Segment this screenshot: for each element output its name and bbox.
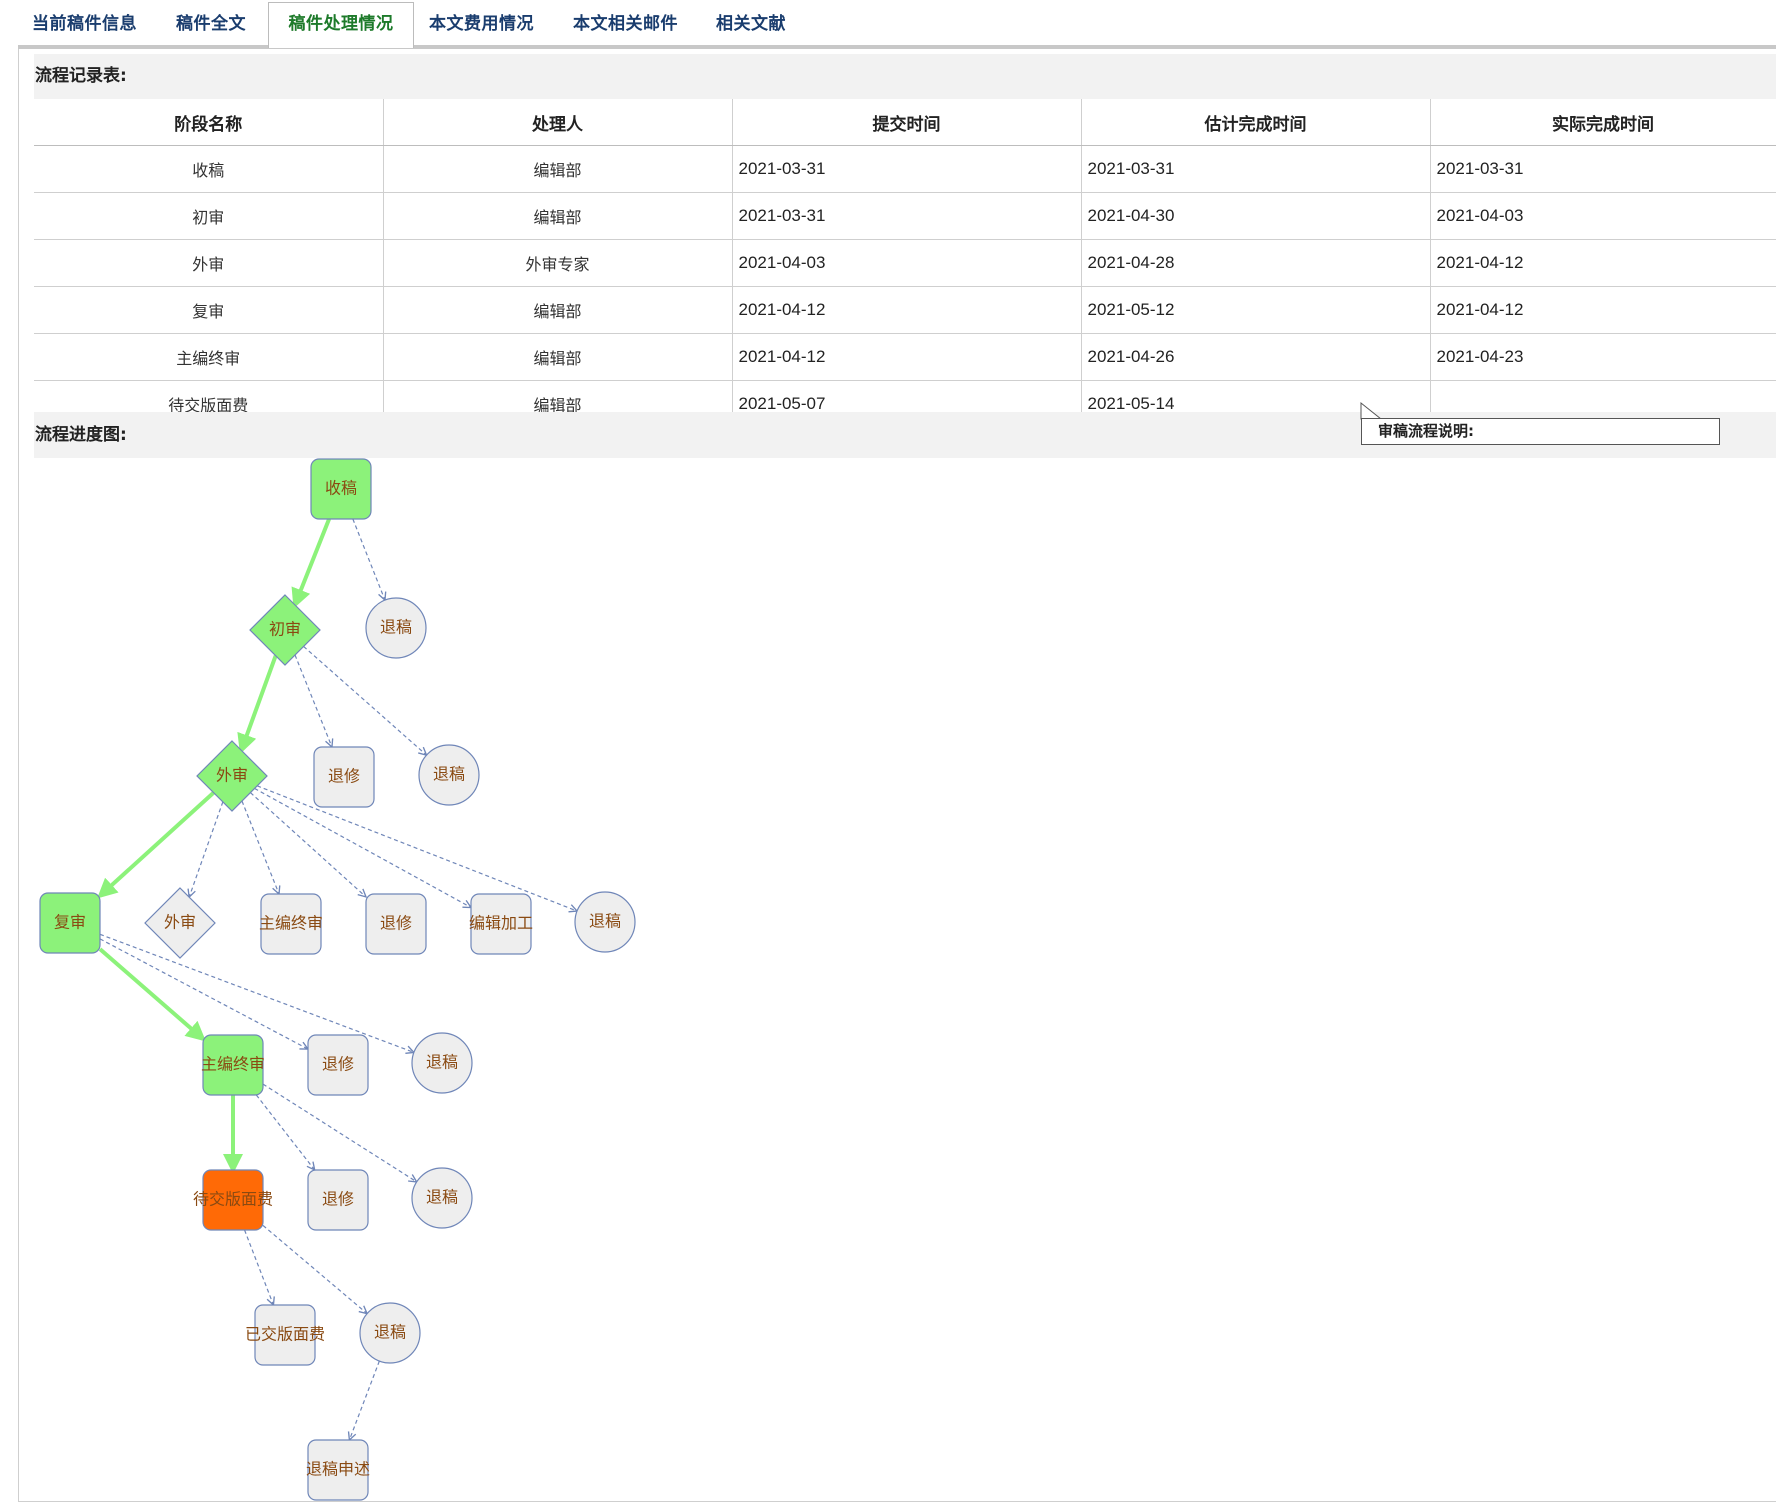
flow-node-n9[interactable]: 主编终审 (259, 893, 323, 955)
edge-n4-n12 (256, 785, 577, 911)
flow-node-label: 主编终审 (259, 914, 323, 933)
flow-node-n3[interactable]: 退稿 (365, 597, 427, 659)
edge-n13-n18 (262, 1083, 417, 1182)
flow-node-label: 退稿 (426, 1053, 458, 1072)
flow-node-label: 退稿 (374, 1323, 406, 1342)
flow-node-label: 退修 (380, 914, 412, 933)
edge-n16-n20 (262, 1224, 367, 1313)
flow-node-label: 初审 (269, 620, 301, 639)
flow-node-label: 待交版面费 (193, 1190, 273, 1209)
flow-node-n1[interactable]: 收稿 (310, 458, 372, 520)
edge-n2-n5 (294, 654, 332, 747)
flow-node-n7[interactable]: 复审 (39, 892, 101, 954)
edge-n16-n19 (243, 1229, 274, 1305)
flow-node-label: 退稿 (380, 618, 412, 637)
flow-node-n12[interactable]: 退稿 (574, 891, 636, 953)
diagram-edges (97, 518, 577, 1440)
flow-node-label: 退稿 (589, 912, 621, 931)
flow-node-label: 退稿 (426, 1188, 458, 1207)
flow-node-label: 主编终审 (201, 1055, 265, 1074)
flow-node-n17[interactable]: 退修 (307, 1169, 369, 1231)
edge-n1-n2 (291, 518, 331, 609)
flow-node-n15[interactable]: 退稿 (411, 1032, 473, 1094)
flow-node-n11[interactable]: 编辑加工 (469, 893, 533, 955)
diagram-nodes: 收稿初审 退稿外审 退修 退稿复审 外审 主编终审 退修 编辑加工 退稿主编终审 退修 退稿待交版面… (39, 458, 636, 1501)
flow-node-n14[interactable]: 退修 (307, 1034, 369, 1096)
edge-n13-n17 (255, 1094, 314, 1170)
flow-node-n18[interactable]: 退稿 (411, 1167, 473, 1229)
flow-node-label: 退稿申述 (306, 1460, 370, 1479)
edge-n7-n14 (99, 938, 308, 1049)
flow-node-label: 复审 (54, 913, 86, 932)
flow-node-n19[interactable]: 已交版面费 (245, 1304, 325, 1366)
edge-n4-n8 (189, 801, 224, 897)
edge-n4-n10 (249, 792, 366, 897)
flow-node-label: 退稿 (433, 765, 465, 784)
tooltip-pointer (1360, 401, 1383, 420)
edge-n7-n13 (98, 947, 207, 1042)
flow-node-n10[interactable]: 退修 (365, 893, 427, 955)
edge-n1-n3 (352, 518, 385, 600)
edge-n20-n21 (349, 1360, 380, 1440)
flow-node-n13[interactable]: 主编终审 (201, 1034, 265, 1096)
review-process-tooltip: 审稿流程说明: (1361, 418, 1720, 445)
edge-n2-n4 (237, 654, 278, 755)
flow-node-label: 退修 (322, 1055, 354, 1074)
flow-node-n6[interactable]: 退稿 (418, 744, 480, 806)
flow-node-label: 退修 (328, 767, 360, 786)
flow-node-label: 退修 (322, 1190, 354, 1209)
flow-node-label: 已交版面费 (245, 1325, 325, 1344)
flow-node-n8[interactable]: 外审 (144, 887, 216, 959)
flow-node-n2[interactable]: 初审 (249, 594, 321, 666)
edge-n4-n9 (241, 800, 279, 894)
flow-node-n16[interactable]: 待交版面费 (193, 1169, 273, 1231)
flow-node-label: 外审 (164, 913, 196, 932)
progress-diagram: 收稿初审 退稿外审 退修 退稿复审 外审 主编终审 退修 编辑加工 退稿主编终审 退修 退稿待交版面… (39, 401, 1383, 1501)
edge-n2-n6 (303, 645, 427, 755)
flow-node-label: 编辑加工 (469, 914, 533, 933)
edge-n4-n7 (97, 791, 215, 899)
flow-node-label: 外审 (216, 766, 248, 785)
flow-node-n21[interactable]: 退稿申述 (306, 1439, 370, 1501)
flow-node-n20[interactable]: 退稿 (359, 1302, 421, 1364)
flow-node-label: 收稿 (325, 479, 357, 498)
flow-node-n5[interactable]: 退修 (313, 746, 375, 808)
